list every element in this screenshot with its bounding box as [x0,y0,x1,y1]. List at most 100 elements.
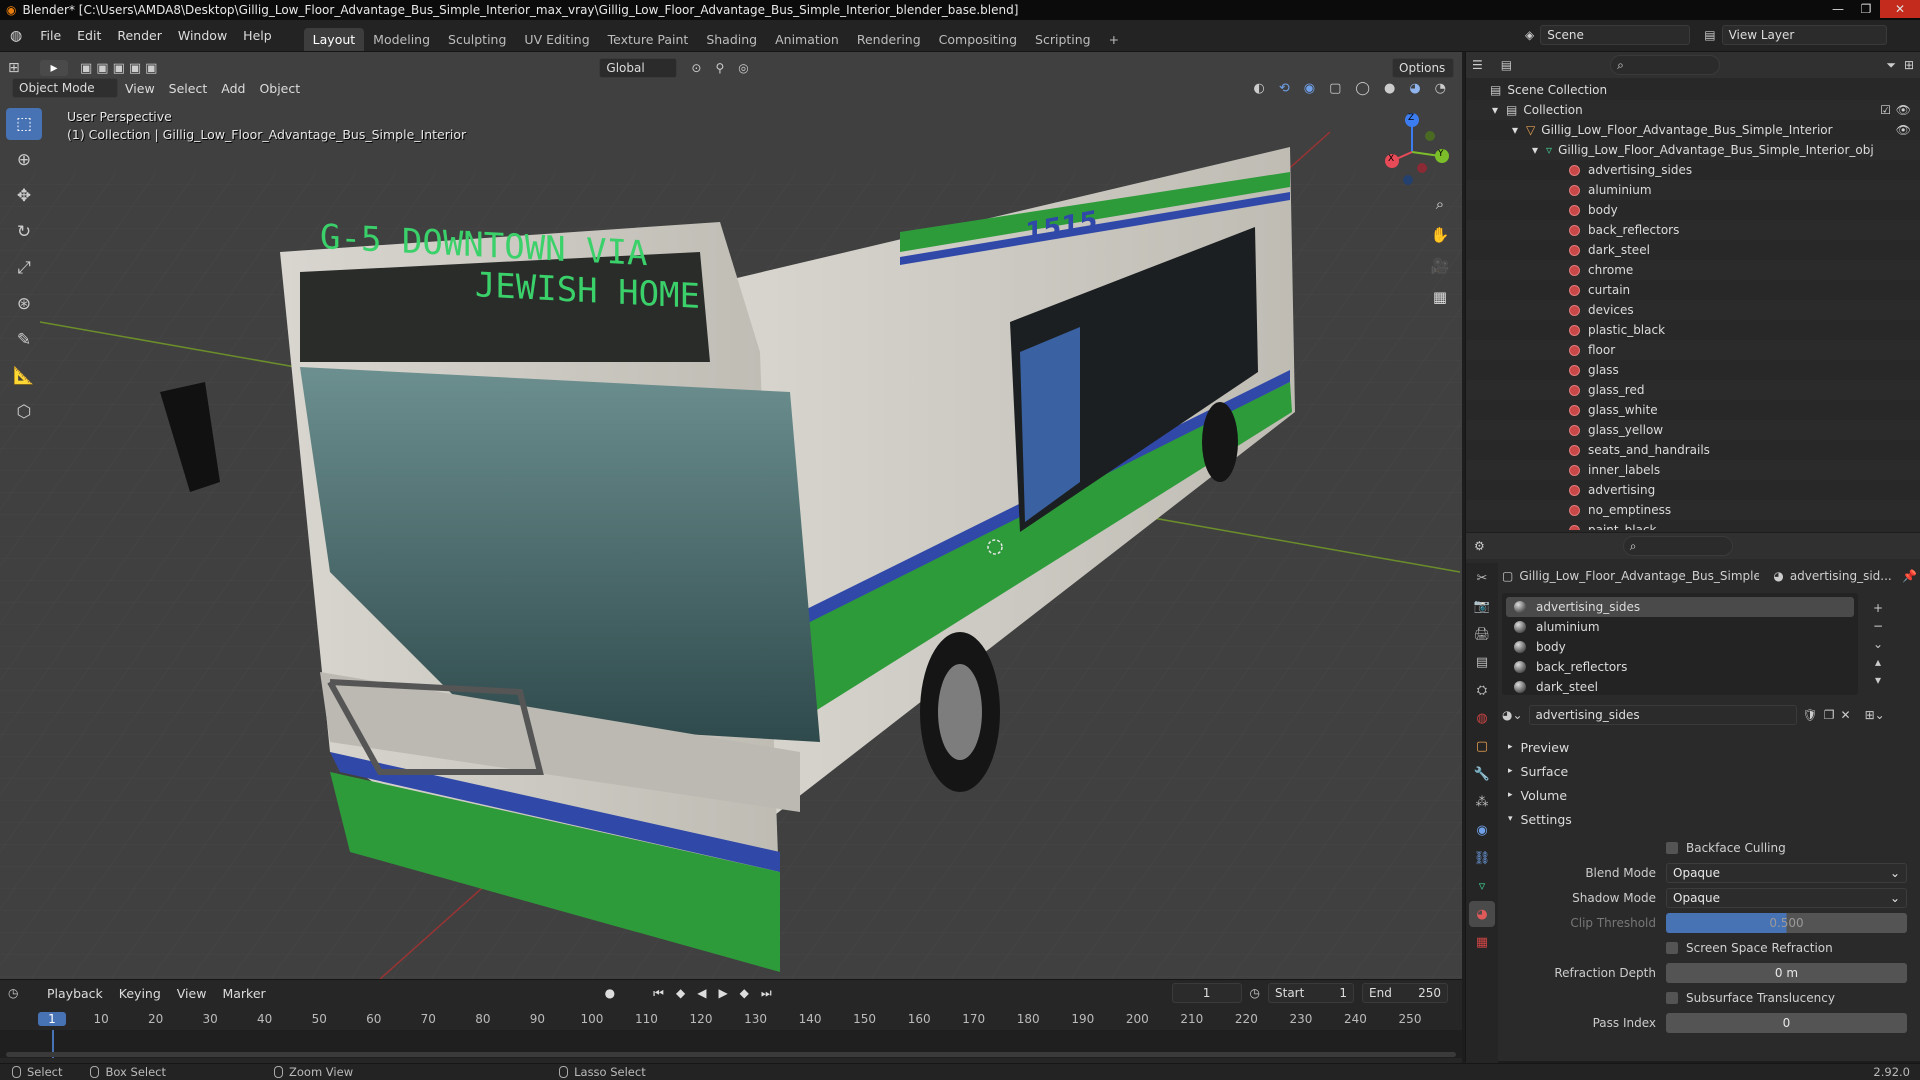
blend-mode-dropdown[interactable]: Opaque ⌄ [1666,862,1907,883]
texture-tab-icon[interactable]: ▦ [1469,929,1495,955]
outliner-scene-collection[interactable]: ▤ Scene Collection [1466,80,1920,100]
menu-edit[interactable]: Edit [69,28,109,43]
scene-selector[interactable]: Scene [1540,25,1691,45]
material-slot-item[interactable]: back_reflectors [1506,657,1854,677]
render-tab-icon[interactable]: 📷 [1469,593,1495,619]
physics-tab-icon[interactable]: ◉ [1469,817,1495,843]
workspace-tab-modeling[interactable]: Modeling [364,28,439,51]
editor-type-icon[interactable]: ⊞ [8,60,36,76]
workspace-tab-animation[interactable]: Animation [766,28,848,51]
filter-icon[interactable]: ⏷ [1886,58,1896,73]
move-tool-icon[interactable]: ✥ [6,180,42,212]
duplicate-material-icon[interactable]: ❐ [1824,708,1835,722]
next-keyframe-icon[interactable]: ◆ [740,986,749,1000]
new-collection-icon[interactable]: ⊞ [1904,58,1914,72]
material-slot-item[interactable]: aluminium [1506,617,1854,637]
snap-icon[interactable]: ⚲ [715,61,724,75]
move-slot-down-icon[interactable]: ▾ [1875,673,1881,687]
material-slot-item[interactable]: dark_steel [1506,677,1854,697]
object-tab-icon[interactable]: ▢ [1469,733,1495,759]
material-browse-icon[interactable]: ◕⌄ [1502,708,1523,722]
unlink-material-icon[interactable]: ✕ [1841,708,1851,722]
solid-shading-icon[interactable]: ● [1384,81,1395,96]
transform-orientation-dropdown[interactable]: Global [599,58,678,78]
measure-tool-icon[interactable]: 📐 [6,360,42,392]
xray-icon[interactable]: ▢ [1329,81,1341,96]
object-mode-dropdown[interactable]: Object Mode [12,78,118,98]
menu-render[interactable]: Render [109,28,170,43]
timeline-menu-marker[interactable]: Marker [215,986,272,1001]
material-name-field[interactable]: advertising_sides [1528,705,1797,725]
timeline-menu-view[interactable]: View [170,986,214,1001]
3d-viewport[interactable]: G-5 DOWNTOWN VIA JEWISH HOME 1515 [0,52,1462,979]
screen-space-refraction-checkbox[interactable] [1666,941,1678,954]
subsurface-translucency-checkbox[interactable] [1666,991,1678,1004]
fake-user-icon[interactable]: 🛡 [1803,708,1818,722]
outliner-editor-icon[interactable]: ☰ [1472,58,1483,72]
timeline-scrollbar[interactable] [6,1052,1456,1057]
material-slot-item[interactable]: body [1506,637,1854,657]
view-layer-tab-icon[interactable]: ▤ [1469,649,1495,675]
scene-tab-icon[interactable]: ⛭ [1469,677,1495,703]
constraints-tab-icon[interactable]: ⛓ [1469,845,1495,871]
visibility-eye-icon[interactable]: 👁 [1896,123,1911,137]
viewport-menu-add[interactable]: Add [214,81,252,96]
properties-editor-icon[interactable]: ⚙ [1474,539,1485,553]
expand-arrow-icon[interactable]: ▾ [1512,123,1518,137]
workspace-tab-scripting[interactable]: Scripting [1026,28,1100,51]
outliner-material-item[interactable]: dark_steel [1466,240,1920,260]
material-slot-item[interactable]: advertising_sides [1506,597,1854,617]
material-tab-icon[interactable]: ◕ [1469,901,1495,927]
viewport-menu-object[interactable]: Object [252,81,307,96]
timeline-track[interactable] [0,1030,1462,1058]
close-button[interactable]: ✕ [1880,0,1920,18]
zoom-icon[interactable]: ⌕ [1426,190,1454,218]
menu-window[interactable]: Window [170,28,235,43]
pin-icon[interactable]: 📌 [1902,569,1917,583]
node-link-icon[interactable]: ⊞⌄ [1865,708,1885,722]
workspace-tab-shading[interactable]: Shading [697,28,766,51]
scale-tool-icon[interactable]: ⤢ [6,252,42,284]
add-cube-tool-icon[interactable]: ⬡ [6,396,42,428]
play-reverse-icon[interactable]: ◀ [697,986,706,1000]
outliner-search-input[interactable]: ⌕ [1610,55,1721,75]
workspace-tab-compositing[interactable]: Compositing [930,28,1026,51]
play-icon[interactable]: ▶ [718,986,727,1000]
overlay-icon[interactable]: ◉ [1304,81,1315,96]
outliner-material-item[interactable]: advertising_sides [1466,160,1920,180]
tool-tab-icon[interactable]: ✂ [1469,565,1495,591]
view-layer-selector[interactable]: View Layer [1721,25,1887,45]
jump-start-icon[interactable]: ⏮ [653,986,664,1001]
workspace-tab-uv-editing[interactable]: UV Editing [515,28,598,51]
cursor-tool-icon[interactable]: ⊕ [6,144,42,176]
outliner-material-item[interactable]: paint_black [1466,520,1920,530]
menu-help[interactable]: Help [235,28,280,43]
select-box-tool-icon[interactable]: ⬚ [6,108,42,140]
minimize-button[interactable]: — [1824,0,1852,18]
add-slot-icon[interactable]: + [1873,601,1883,615]
slot-menu-icon[interactable]: ⌄ [1873,637,1883,651]
outliner-material-item[interactable]: glass_yellow [1466,420,1920,440]
outliner-material-item[interactable]: plastic_black [1466,320,1920,340]
expand-arrow-icon[interactable]: ▾ [1532,143,1538,157]
outliner-collection[interactable]: ▾ ▤ Collection ☑ 👁 [1466,100,1920,120]
outliner-material-item[interactable]: no_emptiness [1466,500,1920,520]
add-workspace-icon[interactable]: + [1100,28,1128,51]
gizmo-toggle-icon[interactable]: ⟲ [1279,81,1290,96]
output-tab-icon[interactable]: 🖨 [1469,621,1495,647]
scene-icon[interactable]: ◈ [1525,28,1534,42]
timeline-editor-icon[interactable]: ◷ [8,986,38,1000]
pass-index-field[interactable]: 0 [1666,1012,1907,1033]
backface-culling-checkbox[interactable] [1666,841,1678,854]
viewport-menu-select[interactable]: Select [162,81,215,96]
material-shading-icon[interactable]: ◕ [1409,81,1420,96]
outliner-material-item[interactable]: glass_white [1466,400,1920,420]
modifier-tab-icon[interactable]: 🔧 [1469,761,1495,787]
select-tool-icon[interactable]: ▸ [40,60,68,76]
viewport-menu-view[interactable]: View [118,81,162,96]
pivot-icon[interactable]: ⊙ [691,61,701,75]
panel-preview[interactable]: ▸ Preview [1502,735,1917,759]
workspace-tab-rendering[interactable]: Rendering [848,28,930,51]
shadow-mode-dropdown[interactable]: Opaque ⌄ [1666,887,1907,908]
proportional-edit-icon[interactable]: ◎ [738,61,748,75]
